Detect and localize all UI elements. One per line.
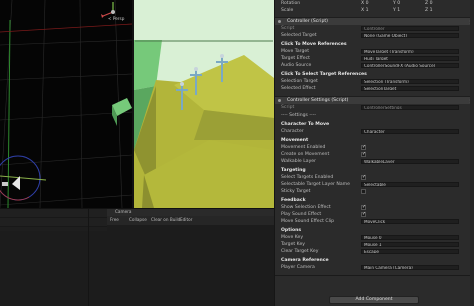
movement-header: Movement xyxy=(281,138,309,143)
character-field[interactable]: Character xyxy=(361,129,459,134)
game-scene xyxy=(134,0,274,208)
move-target-label: Move Target xyxy=(281,49,309,54)
sticky-target-label: Sticky Target xyxy=(281,189,311,194)
move-sound-label: Move Sound Effect Clip xyxy=(281,219,335,224)
selected-effect-label: Selected Effect xyxy=(281,86,316,91)
scale-label: Scale xyxy=(281,8,294,13)
controller-header[interactable]: Controller (Script) ⋮ xyxy=(275,17,474,25)
select-targets-label: Select Targets Enabled xyxy=(281,175,334,180)
scale-x[interactable]: X 1 xyxy=(361,7,369,14)
settings-divider-label: ---- Settings ---- xyxy=(281,113,317,118)
move-key-dropdown[interactable]: Mouse 0 xyxy=(361,235,459,240)
sticky-target-checkbox[interactable] xyxy=(361,189,366,194)
select-refs-header: Click To Select Target References xyxy=(281,72,367,77)
move-target-field[interactable]: MoveTarget (Transform) xyxy=(361,49,459,54)
inspector-scrollbar[interactable] xyxy=(470,0,474,306)
foldout-icon[interactable] xyxy=(278,99,281,102)
camera-ref-header: Camera Reference xyxy=(281,258,329,263)
rotation-y[interactable]: Y 0 xyxy=(393,0,400,7)
selected-target-label: Selected Target xyxy=(281,33,317,38)
inspector-panel: Rotation X 0 Y 0 Z 0 Scale X 1 Y 1 Z 1 C… xyxy=(274,0,474,306)
selected-target-field[interactable]: None (Game Object) xyxy=(361,33,459,38)
editor-dropdown[interactable]: Editor xyxy=(180,217,192,223)
player-camera-label: Player Camera xyxy=(281,265,315,270)
console-content xyxy=(107,225,274,306)
targeting-header: Targeting xyxy=(281,168,306,173)
section-divider xyxy=(275,275,474,276)
play-sound-label: Play Sound Effect xyxy=(281,212,322,217)
movement-enabled-label: Movement Enabled xyxy=(281,145,326,150)
settings-header[interactable]: Controller Settings (Script) ⋮ xyxy=(275,96,474,104)
rotation-x[interactable]: X 0 xyxy=(361,0,369,7)
console-tab-bar: Camera xyxy=(107,209,274,216)
move-sound-field[interactable]: MoveClick xyxy=(361,219,459,224)
feedback-header: Feedback xyxy=(281,198,306,203)
target-effect-field[interactable]: Hudi Target xyxy=(361,56,459,61)
walkable-layer-label: Walkable Layer xyxy=(281,159,317,164)
create-on-move-checkbox[interactable]: ✓ xyxy=(361,152,366,157)
collapse-button[interactable]: Collapse xyxy=(129,217,147,223)
settings-script-label: Script xyxy=(281,105,295,110)
options-header: Options xyxy=(281,228,302,233)
target-effect-label: Target Effect xyxy=(281,56,310,61)
select-targets-checkbox[interactable]: ✓ xyxy=(361,175,366,180)
scale-y[interactable]: Y 1 xyxy=(393,7,400,14)
clear-on-build-button[interactable]: Clear on Build xyxy=(151,217,180,223)
selection-target-label: Selection Target xyxy=(281,79,318,84)
selectable-layer-label: Selectable Target Layer Name xyxy=(281,182,350,187)
movement-enabled-checkbox[interactable]: ✓ xyxy=(361,145,366,150)
add-component-button[interactable]: Add Component xyxy=(329,296,419,304)
project-panel[interactable] xyxy=(0,209,107,306)
selection-target-field[interactable]: Selection (Transform) xyxy=(361,79,459,84)
char-header: Character To Move xyxy=(281,122,330,127)
persp-label[interactable]: < Persp xyxy=(108,16,124,21)
selectable-layer-field[interactable]: Selectable xyxy=(361,182,459,187)
character-label: Character xyxy=(281,129,304,134)
scene-view[interactable]: < Persp xyxy=(0,0,132,208)
scale-z[interactable]: Z 1 xyxy=(425,7,433,14)
script-field: Controller xyxy=(361,26,459,31)
show-selection-label: Show Selection Effect xyxy=(281,205,331,210)
move-key-label: Move Key xyxy=(281,235,304,240)
settings-title: Controller Settings (Script) xyxy=(287,98,349,103)
console-tab[interactable]: Camera xyxy=(115,209,131,215)
refs-header: Click To Move References xyxy=(281,42,347,47)
clear-button[interactable]: Free xyxy=(110,217,119,223)
rotation-z[interactable]: Z 0 xyxy=(425,0,433,7)
audio-source-field[interactable]: ControllerSoundFX (Audio Source) xyxy=(361,63,459,68)
show-selection-checkbox[interactable]: ✓ xyxy=(361,205,366,210)
player-camera-field[interactable]: Main Camera (Camera) xyxy=(361,265,459,270)
clear-target-label: Clear Target Key xyxy=(281,249,319,254)
play-sound-checkbox[interactable]: ✓ xyxy=(361,212,366,217)
walkable-layer-dropdown[interactable]: WalkableLayer xyxy=(361,159,459,164)
settings-script-field: ControllerSettings xyxy=(361,105,459,110)
controller-title: Controller (Script) xyxy=(287,19,328,24)
clear-target-dropdown[interactable]: Escape xyxy=(361,249,459,254)
create-on-move-label: Create on Movement xyxy=(281,152,330,157)
selected-effect-field[interactable]: SelectionTarget xyxy=(361,86,459,91)
game-view xyxy=(134,0,274,208)
audio-source-label: Audio Source xyxy=(281,63,312,68)
rotation-label: Rotation xyxy=(281,1,301,6)
foldout-icon[interactable] xyxy=(278,20,281,23)
target-key-label: Target Key xyxy=(281,242,305,247)
scene-grid xyxy=(0,0,132,208)
target-key-dropdown[interactable]: Mouse 1 xyxy=(361,242,459,247)
script-label: Script xyxy=(281,26,295,31)
